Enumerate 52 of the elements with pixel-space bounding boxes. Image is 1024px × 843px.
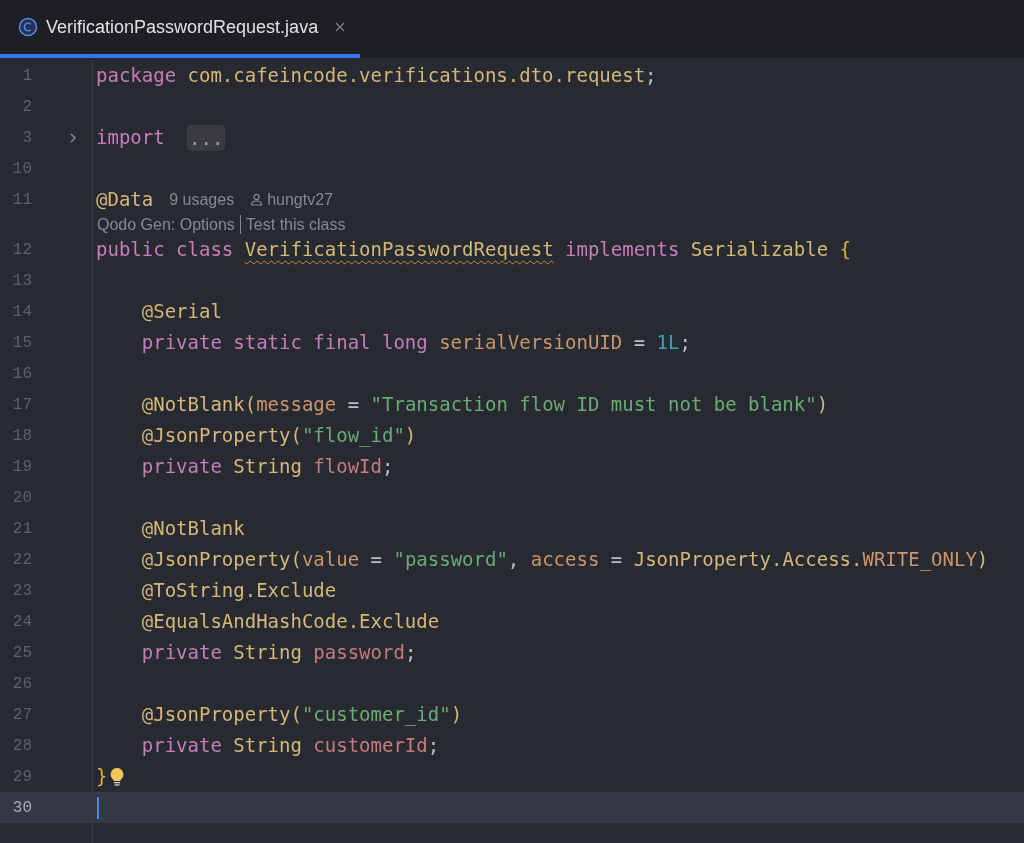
code-line: private static final long serialVersionUID = 1L; — [140, 330, 691, 356]
code-line: private String customerId; — [140, 733, 440, 759]
line-number: 19 — [11, 456, 32, 478]
code-line: @JsonProperty("flow_id") — [140, 423, 417, 449]
tab-title: VerificationPasswordRequest.java — [46, 15, 319, 39]
person-icon — [250, 193, 264, 206]
text-cursor — [97, 796, 99, 819]
code-line: } — [96, 764, 108, 790]
class-icon — [18, 17, 38, 37]
code-line: public class VerificationPasswordRequest implements Serializable { — [96, 237, 852, 263]
line-number: 10 — [11, 158, 32, 180]
lightbulb-icon[interactable] — [109, 766, 126, 787]
line-number: 17 — [11, 394, 32, 416]
line-number: 28 — [11, 735, 32, 757]
line-number: 16 — [11, 363, 32, 385]
line-number: 18 — [11, 425, 32, 447]
line-number: 30 — [11, 797, 32, 819]
code-line: @EqualsAndHashCode.Exclude — [140, 609, 440, 635]
line-number: 21 — [11, 518, 32, 540]
code-line: @Data — [96, 187, 154, 213]
code-line: @NotBlank(message = "Transaction flow ID must not be blank") — [140, 392, 829, 418]
code-line: @ToString.Exclude — [140, 578, 337, 604]
line-number: 3 — [21, 127, 32, 149]
code-line: package com.cafeincode.verifications.dto.request; — [96, 63, 657, 89]
line-number: 22 — [11, 549, 32, 571]
line-number: 2 — [21, 96, 32, 118]
line-number: 12 — [11, 239, 32, 261]
code-line: @JsonProperty(value = "password", access = JsonProperty.Access.WRITE_ONLY) — [140, 547, 989, 573]
code-vision-link[interactable]: Qodo Gen: Options — [96, 215, 236, 234]
usages-hint[interactable]: 9 usages — [169, 187, 235, 212]
line-number: 26 — [11, 673, 32, 695]
folded-code-button[interactable]: ... — [187, 124, 226, 151]
code-line: @Serial — [140, 299, 222, 325]
chevron-right-icon[interactable] — [68, 131, 78, 144]
code-line: private String password; — [140, 640, 417, 666]
close-icon[interactable] — [334, 21, 347, 33]
code-line: private String flowId; — [140, 454, 394, 480]
line-number: 23 — [11, 580, 32, 602]
code-line: import — [96, 125, 166, 151]
line-number: 29 — [11, 766, 32, 788]
line-number: 15 — [11, 332, 32, 354]
code-line: @JsonProperty("customer_id") — [140, 702, 463, 728]
line-number: 25 — [11, 642, 32, 664]
line-number: 27 — [11, 704, 32, 726]
line-number: 24 — [11, 611, 32, 633]
code-line: @NotBlank — [140, 516, 245, 542]
line-number: 14 — [11, 301, 32, 323]
line-number: 1 — [21, 65, 32, 87]
line-number: 13 — [11, 270, 32, 292]
line-number: 20 — [11, 487, 32, 509]
line-number: 11 — [11, 189, 32, 211]
author-hint[interactable]: hungtv27 — [250, 187, 333, 212]
